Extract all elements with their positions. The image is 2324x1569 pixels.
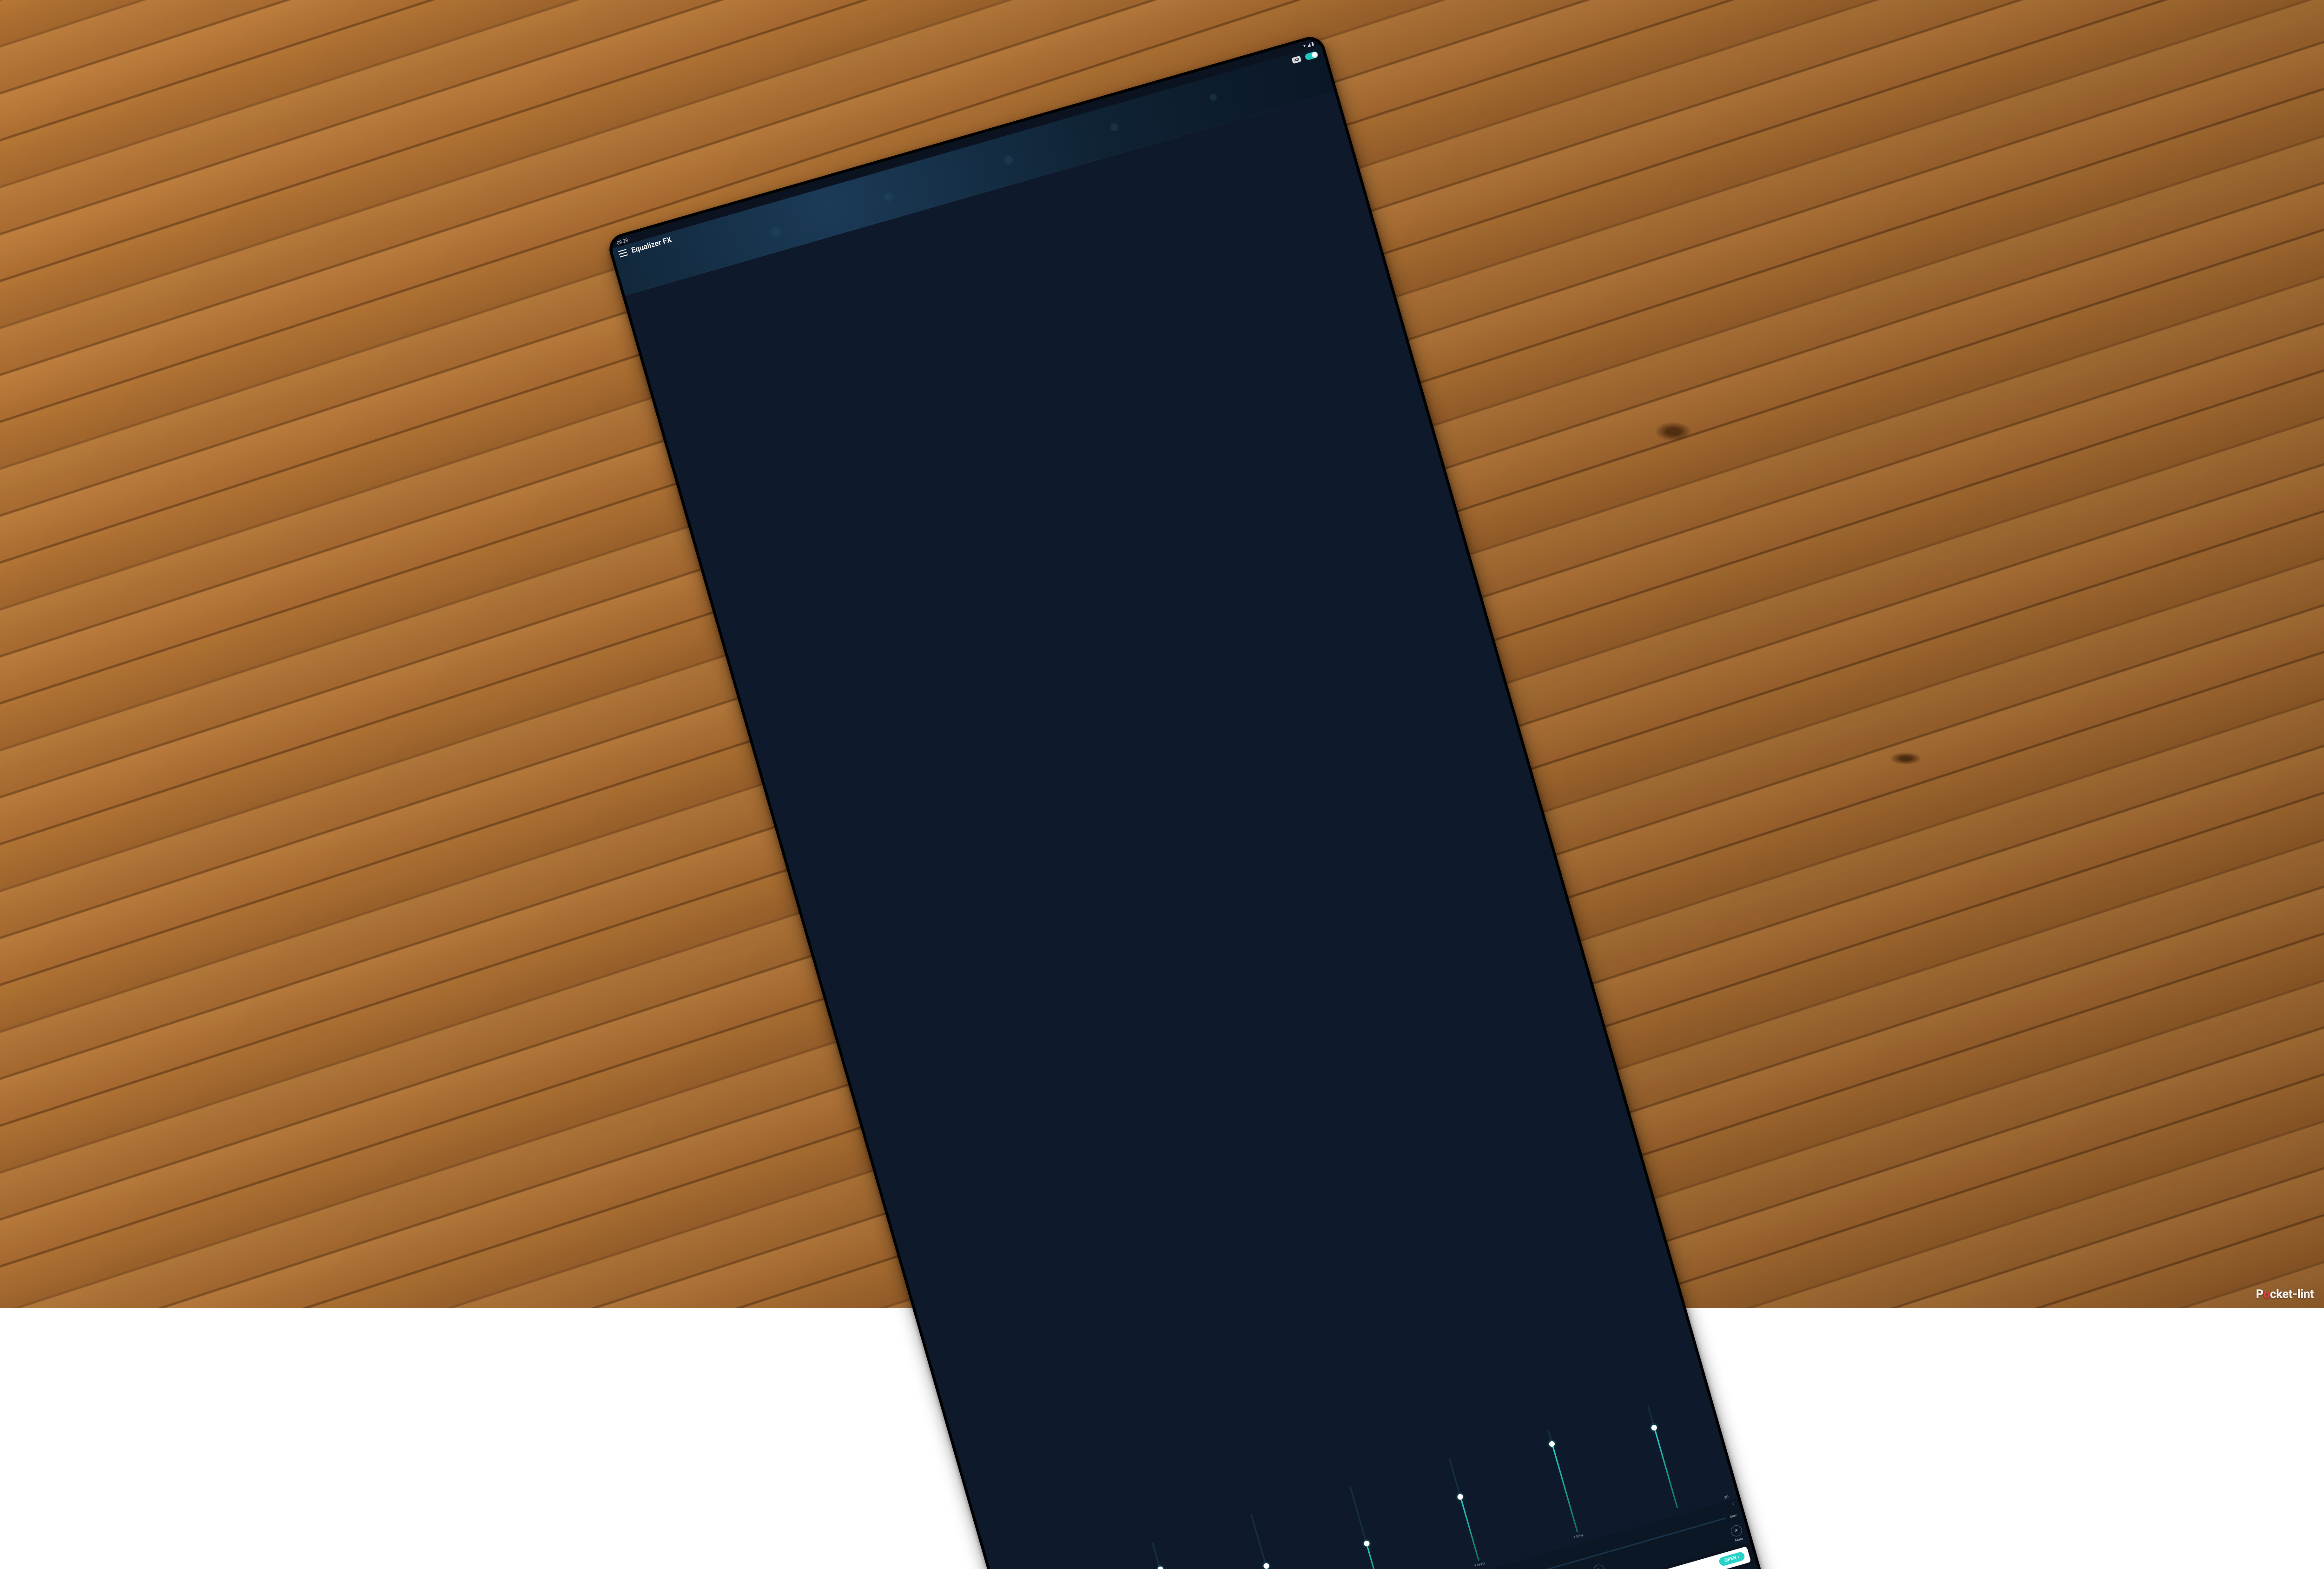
chevron-right-icon: › (1737, 1554, 1740, 1559)
sleep-icon: ☾ (1592, 1563, 1606, 1569)
help-icon[interactable]: ? (1732, 1502, 1736, 1507)
ad-chip[interactable]: AD (1292, 56, 1301, 64)
three-d-label: 3D (1723, 1495, 1729, 1500)
mute-icon: ✕ (1730, 1524, 1743, 1538)
ad-open-button[interactable]: OPEN› (1718, 1551, 1745, 1567)
photo-scene: 09:29 ▾ ◢ ▮ Equalizer FX AD (0, 0, 2324, 1308)
menu-icon[interactable] (618, 249, 628, 257)
watermark: Pocket-lint (2256, 1287, 2314, 1301)
volume-max-label: Max (1729, 1513, 1737, 1519)
mode-mute[interactable]: ✕Mute (1730, 1524, 1745, 1543)
mode-label: Mute (1735, 1536, 1743, 1543)
mode-sleep[interactable]: ☾Sleep (1592, 1563, 1607, 1569)
